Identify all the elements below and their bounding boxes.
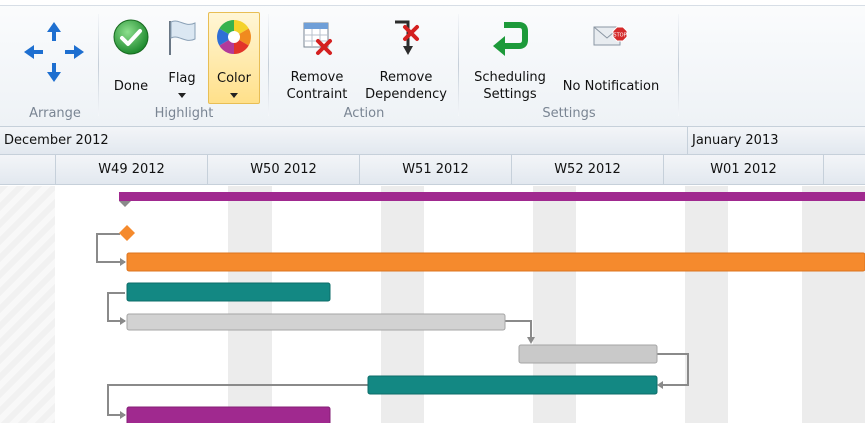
ribbon-separator [98,14,99,116]
green-arrow-icon [493,22,528,56]
scheduling-settings-button[interactable]: Scheduling Settings [466,12,554,104]
ribbon: Arrange Done Flag Color Highlight Remove… [0,0,865,127]
task-bar[interactable] [518,344,658,364]
month-scale-row: December 2012 January 2013 [0,127,865,155]
move-arrows-icon [24,22,84,82]
flag-dropdown-arrow-icon [178,93,186,98]
checkmark-icon [113,19,149,55]
week-header: W50 2012 [208,155,360,184]
stop-mail-icon: STOP [593,26,628,46]
ribbon-separator [458,14,459,116]
action-group-label: Action [343,106,385,121]
flag-icon [169,20,196,55]
settings-group-label: Settings [542,106,596,121]
week-header: W49 2012 [56,155,208,184]
color-button[interactable]: Color [208,12,260,104]
task-bar[interactable] [126,252,865,272]
remove-dependency-button[interactable]: Remove Dependency [362,12,450,104]
milestone-diamond[interactable] [119,225,135,241]
month-header-january: January 2013 [692,133,779,148]
summary-bar-end-icon [119,201,131,207]
remove-dependency-label-line1: Remove [379,70,433,85]
action-group: Remove Contraint Remove Dependency Actio… [274,8,454,124]
done-label: Done [113,79,149,94]
scheduling-settings-label-line2: Settings [483,87,537,102]
ribbon-separator [678,14,679,116]
flag-button[interactable]: Flag [158,12,206,104]
task-bar[interactable] [126,313,506,331]
dependency-arrowheads [120,258,663,419]
arrange-group-label: Arrange [29,106,81,121]
no-notification-button[interactable]: STOP No Notification [556,12,666,104]
flag-label: Flag [168,71,196,86]
arrange-group: Arrange [14,8,96,124]
week-header: W01 2012 [664,155,824,184]
week-header: W51 2012 [360,155,512,184]
remove-dependency-label-line2: Dependency [365,87,447,102]
ribbon-top-edge [0,0,865,6]
scheduling-settings-label-line1: Scheduling [474,70,546,85]
arrange-button[interactable] [14,12,94,104]
summary-task-bar[interactable] [119,192,865,201]
done-button[interactable]: Done [106,12,156,104]
task-bar[interactable] [126,282,331,302]
week-header: W52 2012 [512,155,664,184]
no-notification-label: No Notification [562,79,660,94]
highlight-group: Done Flag Color Highlight [104,8,264,124]
task-bar[interactable] [367,375,658,395]
month-header-december: December 2012 [0,127,688,154]
color-wheel-icon [217,20,251,54]
highlight-group-label: Highlight [154,106,214,121]
remove-constraint-label-line1: Remove [290,70,344,85]
week-header-partial [824,155,865,184]
color-dropdown-arrow-icon [230,93,238,98]
week-header-partial [0,155,56,184]
week-scale-row: W49 2012 W50 2012 W51 2012 W52 2012 W01 … [0,155,865,185]
remove-constraint-button[interactable]: Remove Contraint [276,12,358,104]
gantt-chart-area[interactable] [0,186,865,423]
link-remove-icon [395,20,419,55]
gantt-bars-svg [96,192,865,423]
settings-group: Scheduling Settings STOP No Notification… [464,8,674,124]
task-bar[interactable] [126,406,331,423]
ribbon-separator [268,14,269,116]
color-label: Color [217,71,251,86]
calendar-remove-icon [303,22,332,55]
remove-constraint-label-line2: Contraint [286,87,348,102]
svg-text:STOP: STOP [613,33,626,39]
